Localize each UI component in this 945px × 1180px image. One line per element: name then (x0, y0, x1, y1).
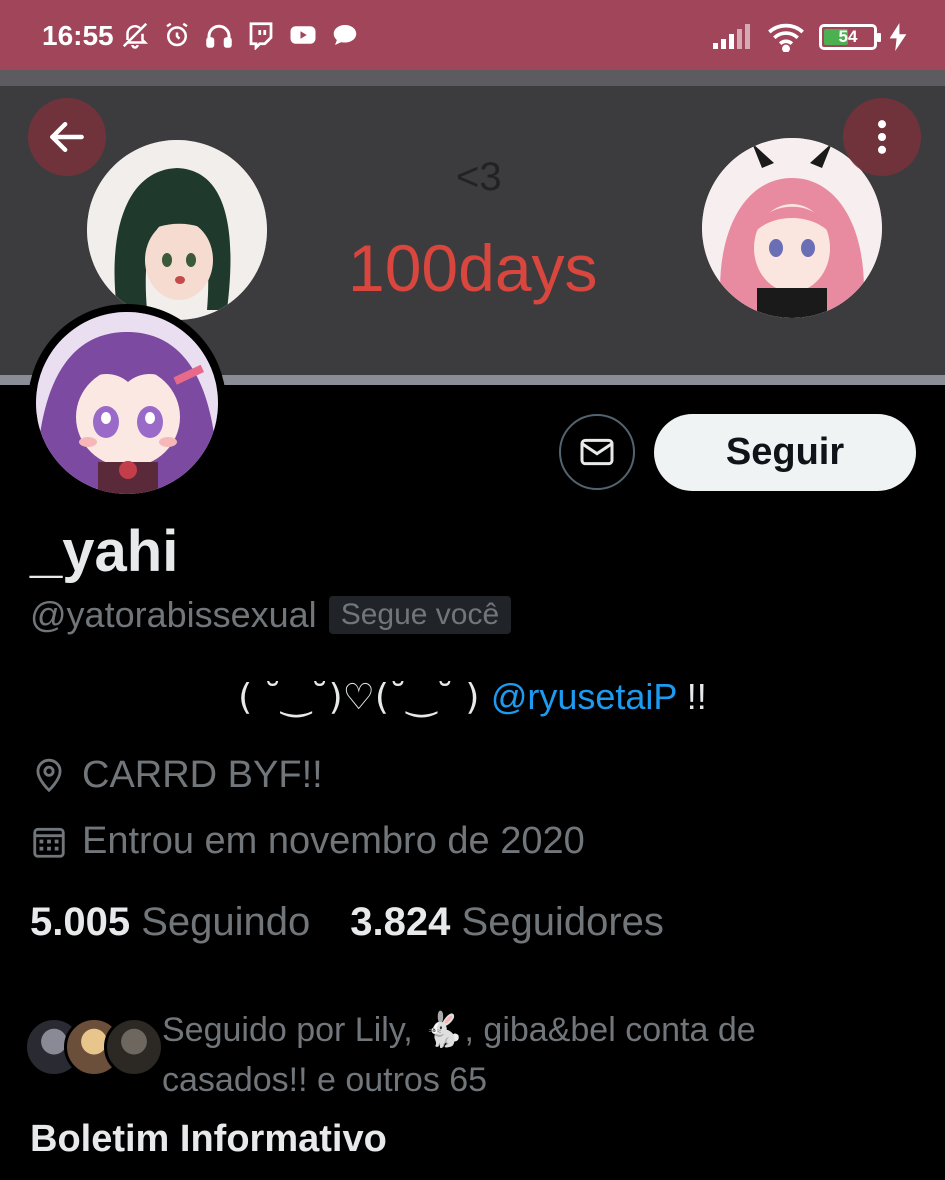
status-icons-right: 54 (713, 22, 907, 52)
bio-suffix: !! (676, 676, 707, 717)
avatar-image (36, 312, 218, 494)
user-handle: @yatorabissexual (30, 594, 317, 635)
followers-count: 3.824 (350, 900, 451, 944)
twitch-icon (249, 22, 273, 50)
battery-icon: 54 (819, 24, 881, 50)
more-vertical-icon (877, 120, 887, 154)
banner-heart-text: <3 (456, 155, 502, 199)
newsletter-section-title: Boletim Informativo (30, 1118, 387, 1160)
chat-icon (333, 25, 357, 45)
profile-avatar[interactable] (28, 304, 226, 502)
banner-days-text: 100days (348, 231, 598, 305)
status-icons-left (120, 20, 360, 50)
battery-percent: 54 (838, 27, 858, 46)
joined-text: Entrou em novembro de 2020 (82, 820, 585, 862)
profile-bio: ( ˘‿˘)♡(˘‿˘ ) @ryusetaiP !! (0, 676, 945, 718)
message-button[interactable] (559, 414, 635, 490)
following-count: 5.005 (30, 900, 131, 944)
status-time: 16:55 (42, 20, 114, 51)
handle-row: @yatorabissexual Segue você (30, 594, 512, 636)
followers-label: Seguidores (461, 900, 664, 944)
alarm-icon (166, 22, 188, 47)
back-button[interactable] (28, 98, 106, 176)
headphones-icon (206, 24, 232, 48)
banner-anime-avatar-left (87, 140, 267, 320)
status-bar: 16:55 54 (0, 0, 945, 70)
follow-stats: 5.005 Seguindo 3.824 Seguidores (30, 900, 664, 945)
followed-by-text: Seguido por Lily, 🐇, giba&bel conta de c… (162, 1011, 756, 1099)
following-label: Seguindo (141, 900, 311, 944)
bio-text: ( ˘‿˘)♡(˘‿˘ ) (238, 677, 491, 718)
followed-by-avatars (24, 1017, 164, 1077)
arrow-left-icon (50, 121, 84, 153)
location-pin-icon (36, 758, 62, 792)
notifications-off-icon (122, 22, 149, 49)
youtube-icon (290, 26, 316, 44)
followers-stat[interactable]: 3.824 Seguidores (350, 900, 664, 945)
charging-icon (889, 23, 907, 51)
follower-avatar (104, 1017, 164, 1077)
follow-button[interactable]: Seguir (654, 414, 916, 491)
mail-icon (580, 438, 614, 466)
banner-frame-top (0, 70, 945, 86)
follows-you-badge: Segue você (328, 596, 512, 634)
signal-icon (713, 24, 750, 49)
bio-mention-link[interactable]: @ryusetaiP (491, 676, 677, 717)
display-name: _yahi (30, 519, 179, 584)
joined-row: Entrou em novembro de 2020 (30, 820, 585, 863)
location-row: CARRD BYF!! (30, 754, 323, 797)
following-stat[interactable]: 5.005 Seguindo (30, 900, 310, 945)
wifi-icon (768, 23, 804, 52)
location-text: CARRD BYF!! (82, 754, 323, 796)
more-options-button[interactable] (843, 98, 921, 176)
calendar-icon (33, 827, 65, 858)
